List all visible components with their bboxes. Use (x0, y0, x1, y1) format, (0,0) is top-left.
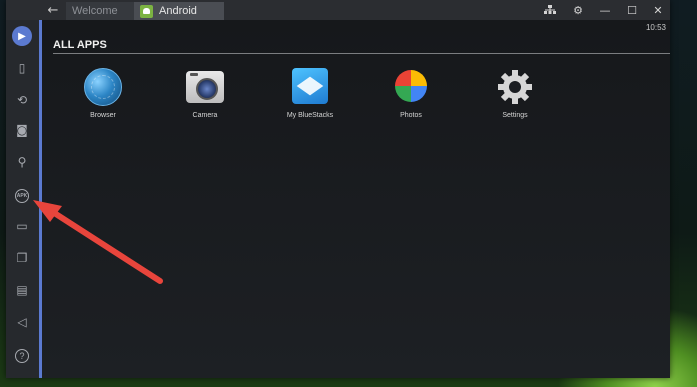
app-label: Photos (400, 112, 422, 119)
maximize-icon[interactable]: ☐ (620, 0, 644, 20)
help-label: ? (19, 351, 25, 361)
title-bar: ← Welcome Android ⚙ — ☐ ✕ (6, 0, 670, 20)
minimize-icon[interactable]: — (593, 0, 617, 20)
android-screen: 10:53 ALL APPS Browser Camera My BlueSta… (39, 20, 670, 378)
portrait-landscape-icon[interactable]: ▯ (10, 56, 34, 80)
app-photos[interactable]: Photos (371, 68, 451, 119)
apk-label: APK (16, 193, 28, 199)
app-settings[interactable]: Settings (475, 68, 555, 119)
app-browser[interactable]: Browser (63, 68, 143, 119)
status-clock: 10:53 (645, 23, 666, 32)
all-apps-heading: ALL APPS (53, 39, 107, 51)
app-camera[interactable]: Camera (165, 68, 245, 119)
back-arrow-icon[interactable]: ← (40, 0, 66, 20)
photos-icon (393, 68, 429, 104)
rotate-icon[interactable]: ⟲ (10, 88, 34, 112)
settings-icon (496, 68, 534, 106)
camera-icon[interactable]: ◙ (10, 118, 34, 142)
sidebar: ▶ ▯ ⟲ ◙ ⚲ APK ▭ ❐ ▤ ◁ ? (6, 20, 39, 378)
app-label: Browser (90, 112, 116, 119)
android-icon (140, 4, 153, 18)
apk-icon[interactable]: APK (15, 189, 29, 203)
tab-welcome[interactable]: Welcome (66, 2, 134, 20)
section-divider (53, 53, 670, 54)
folder-icon[interactable]: ▭ (10, 214, 34, 238)
app-my-bluestacks[interactable]: My BlueStacks (270, 68, 350, 119)
volume-icon[interactable]: ◁ (10, 310, 34, 334)
gear-icon[interactable]: ⚙ (566, 0, 590, 20)
close-icon[interactable]: ✕ (646, 0, 670, 20)
tab-label: Welcome (72, 5, 118, 17)
tab-label: Android (159, 5, 197, 17)
help-icon[interactable]: ? (15, 349, 29, 363)
copy-icon[interactable]: ❐ (10, 246, 34, 270)
bluestacks-icon (292, 68, 328, 104)
app-label: Camera (192, 112, 218, 119)
browser-icon (84, 68, 122, 106)
app-label: My BlueStacks (286, 112, 334, 119)
bluestacks-window: ← Welcome Android ⚙ — ☐ ✕ ▶ ▯ ⟲ ◙ ⚲ APK … (6, 0, 670, 378)
app-label: Settings (502, 112, 528, 119)
location-icon[interactable]: ⚲ (10, 150, 34, 174)
network-icon[interactable] (538, 0, 562, 20)
video-call-icon[interactable]: ▶ (12, 26, 32, 46)
tab-android[interactable]: Android (134, 2, 224, 20)
camera-icon (186, 71, 224, 103)
paste-icon[interactable]: ▤ (10, 278, 34, 302)
